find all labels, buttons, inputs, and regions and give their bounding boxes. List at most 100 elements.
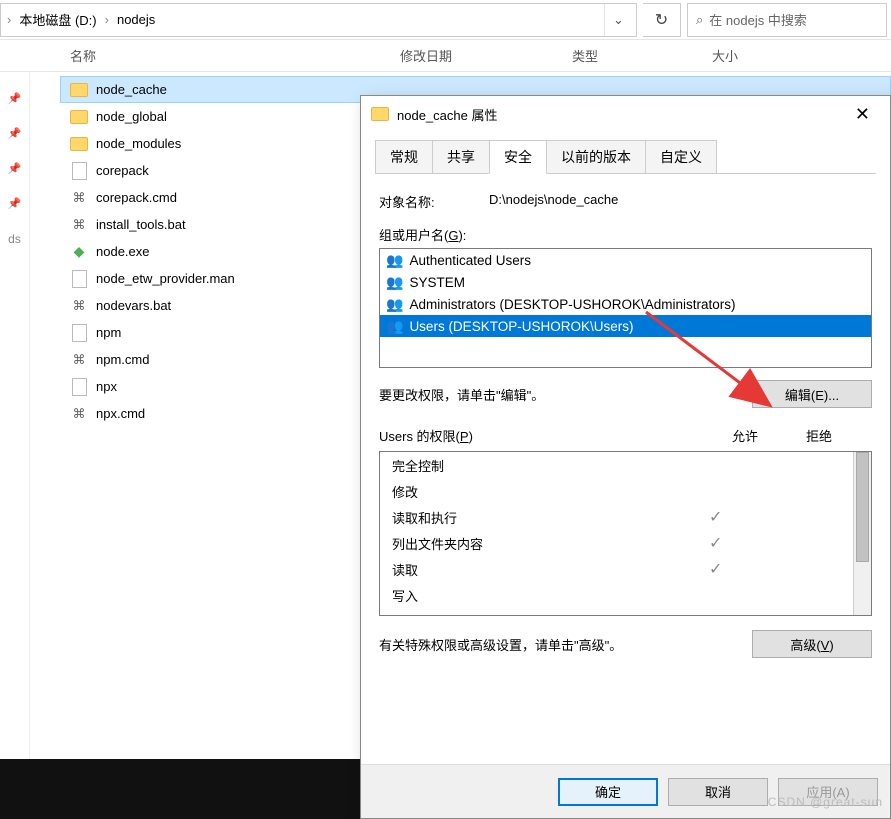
scrollbar-thumb[interactable] (856, 452, 869, 562)
column-type[interactable]: 类型 (572, 46, 712, 65)
deny-header: 拒绝 (806, 426, 832, 445)
user-label: Authenticated Users (409, 253, 531, 268)
permission-row[interactable]: 写入 (380, 582, 853, 608)
properties-dialog: node_cache 属性 ✕ 常规共享安全以前的版本自定义 对象名称: D:\… (360, 95, 891, 819)
permission-name: 读取和执行 (392, 508, 457, 527)
nav-rail: 📌 📌 📌 📌 ds (0, 72, 30, 819)
tab-安全[interactable]: 安全 (489, 140, 547, 174)
breadcrumb-folder[interactable]: nodejs (111, 4, 161, 36)
folder-icon (70, 135, 88, 153)
groups-label: 组或用户名(G): (379, 225, 872, 244)
address-bar: › 本地磁盘 (D:) › nodejs ⌄ ↻ ⌕ 在 nodejs 中搜索 (0, 0, 891, 40)
permissions-title: Users 的权限(P) (379, 426, 473, 445)
doc-icon (70, 324, 88, 342)
cmd-icon (70, 351, 88, 369)
address-box[interactable]: › 本地磁盘 (D:) › nodejs ⌄ (0, 3, 637, 37)
file-name: corepack (96, 163, 149, 178)
dialog-titlebar[interactable]: node_cache 属性 ✕ (361, 96, 890, 132)
file-name: nodevars.bat (96, 298, 171, 313)
watermark: CSDN @great-sun (768, 795, 883, 809)
dialog-buttons: 确定 取消 应用(A) (361, 764, 890, 818)
column-headers: 名称 修改日期 类型 大小 (0, 40, 891, 72)
file-name: node_modules (96, 136, 181, 151)
users-icon: 👥 (386, 274, 403, 291)
user-list[interactable]: 👥 Authenticated Users 👥 SYSTEM 👥 Administrato… (379, 248, 872, 368)
advanced-button[interactable]: 高级(V) (752, 630, 872, 658)
tab-自定义[interactable]: 自定义 (645, 140, 717, 174)
file-name: node_global (96, 109, 167, 124)
nav-label: ds (8, 232, 21, 246)
tab-常规[interactable]: 常规 (375, 140, 433, 174)
allow-checkmark-icon: ✓ (709, 507, 722, 527)
object-name-value: D:\nodejs\node_cache (489, 192, 618, 211)
doc-icon (70, 378, 88, 396)
refresh-button[interactable]: ↻ (643, 3, 681, 37)
cmd-icon (70, 216, 88, 234)
permission-name: 写入 (392, 586, 418, 605)
column-name[interactable]: 名称 (60, 46, 400, 65)
pin-icon: 📌 (8, 92, 22, 105)
users-icon: 👥 (386, 318, 403, 335)
user-label: Administrators (DESKTOP-USHOROK\Administ… (409, 297, 735, 312)
file-name: node.exe (96, 244, 150, 259)
permission-name: 修改 (392, 482, 418, 501)
exe-icon (70, 243, 88, 261)
folder-icon (70, 108, 88, 126)
permissions-listbox[interactable]: 完全控制修改读取和执行 ✓ 列出文件夹内容 ✓ 读取✓ 写入 (379, 451, 872, 616)
cancel-button[interactable]: 取消 (668, 778, 768, 806)
dialog-title: node_cache 属性 (397, 105, 497, 124)
tab-strip: 常规共享安全以前的版本自定义 (361, 132, 890, 174)
scrollbar[interactable] (853, 452, 871, 615)
address-dropdown[interactable]: ⌄ (604, 4, 632, 36)
edit-button[interactable]: 编辑(E)... (752, 380, 872, 408)
permission-name: 完全控制 (392, 456, 444, 475)
folder-icon (371, 105, 389, 123)
pin-icon: 📌 (8, 162, 22, 175)
users-icon: 👥 (386, 252, 403, 269)
permission-row[interactable]: 完全控制 (380, 452, 853, 478)
user-item[interactable]: 👥 SYSTEM (380, 271, 871, 293)
ok-button[interactable]: 确定 (558, 778, 658, 806)
permission-row[interactable]: 修改 (380, 478, 853, 504)
breadcrumb-drive[interactable]: 本地磁盘 (D:) (13, 4, 102, 36)
permission-row[interactable]: 列出文件夹内容 ✓ (380, 530, 853, 556)
file-name: node_cache (96, 82, 167, 97)
folder-icon (70, 81, 88, 99)
doc-icon (70, 270, 88, 288)
file-name: npx.cmd (96, 406, 145, 421)
cmd-icon (70, 297, 88, 315)
advanced-hint: 有关特殊权限或高级设置，请单击"高级"。 (379, 635, 622, 654)
permission-row[interactable]: 读取✓ (380, 556, 853, 582)
doc-icon (70, 162, 88, 180)
cmd-icon (70, 405, 88, 423)
tab-共享[interactable]: 共享 (432, 140, 490, 174)
allow-header: 允许 (732, 426, 758, 445)
permission-row[interactable]: 读取和执行 ✓ (380, 504, 853, 530)
permission-name: 列出文件夹内容 (392, 534, 483, 553)
object-name-label: 对象名称: (379, 192, 459, 211)
chevron-right-icon: › (5, 12, 13, 27)
user-item[interactable]: 👥 Authenticated Users (380, 249, 871, 271)
search-icon: ⌕ (696, 12, 703, 28)
user-item[interactable]: 👥 Administrators (DESKTOP-USHOROK\Adminis… (380, 293, 871, 315)
users-icon: 👥 (386, 296, 403, 313)
file-name: npx (96, 379, 117, 394)
chevron-right-icon: › (103, 12, 111, 27)
search-input[interactable]: ⌕ 在 nodejs 中搜索 (687, 3, 887, 37)
column-size[interactable]: 大小 (712, 46, 832, 65)
file-name: npm.cmd (96, 352, 149, 367)
tab-以前的版本[interactable]: 以前的版本 (546, 140, 646, 174)
column-modified[interactable]: 修改日期 (400, 46, 572, 65)
file-name: npm (96, 325, 121, 340)
edit-hint: 要更改权限，请单击"编辑"。 (379, 385, 544, 404)
pin-icon: 📌 (8, 197, 22, 210)
pin-icon: 📌 (8, 127, 22, 140)
user-label: Users (DESKTOP-USHOROK\Users) (409, 319, 633, 334)
user-item[interactable]: 👥 Users (DESKTOP-USHOROK\Users) (380, 315, 871, 337)
file-name: node_etw_provider.man (96, 271, 235, 286)
close-button[interactable]: ✕ (845, 104, 880, 125)
cmd-icon (70, 189, 88, 207)
allow-checkmark-icon: ✓ (709, 533, 722, 553)
user-label: SYSTEM (409, 275, 465, 290)
file-name: install_tools.bat (96, 217, 186, 232)
